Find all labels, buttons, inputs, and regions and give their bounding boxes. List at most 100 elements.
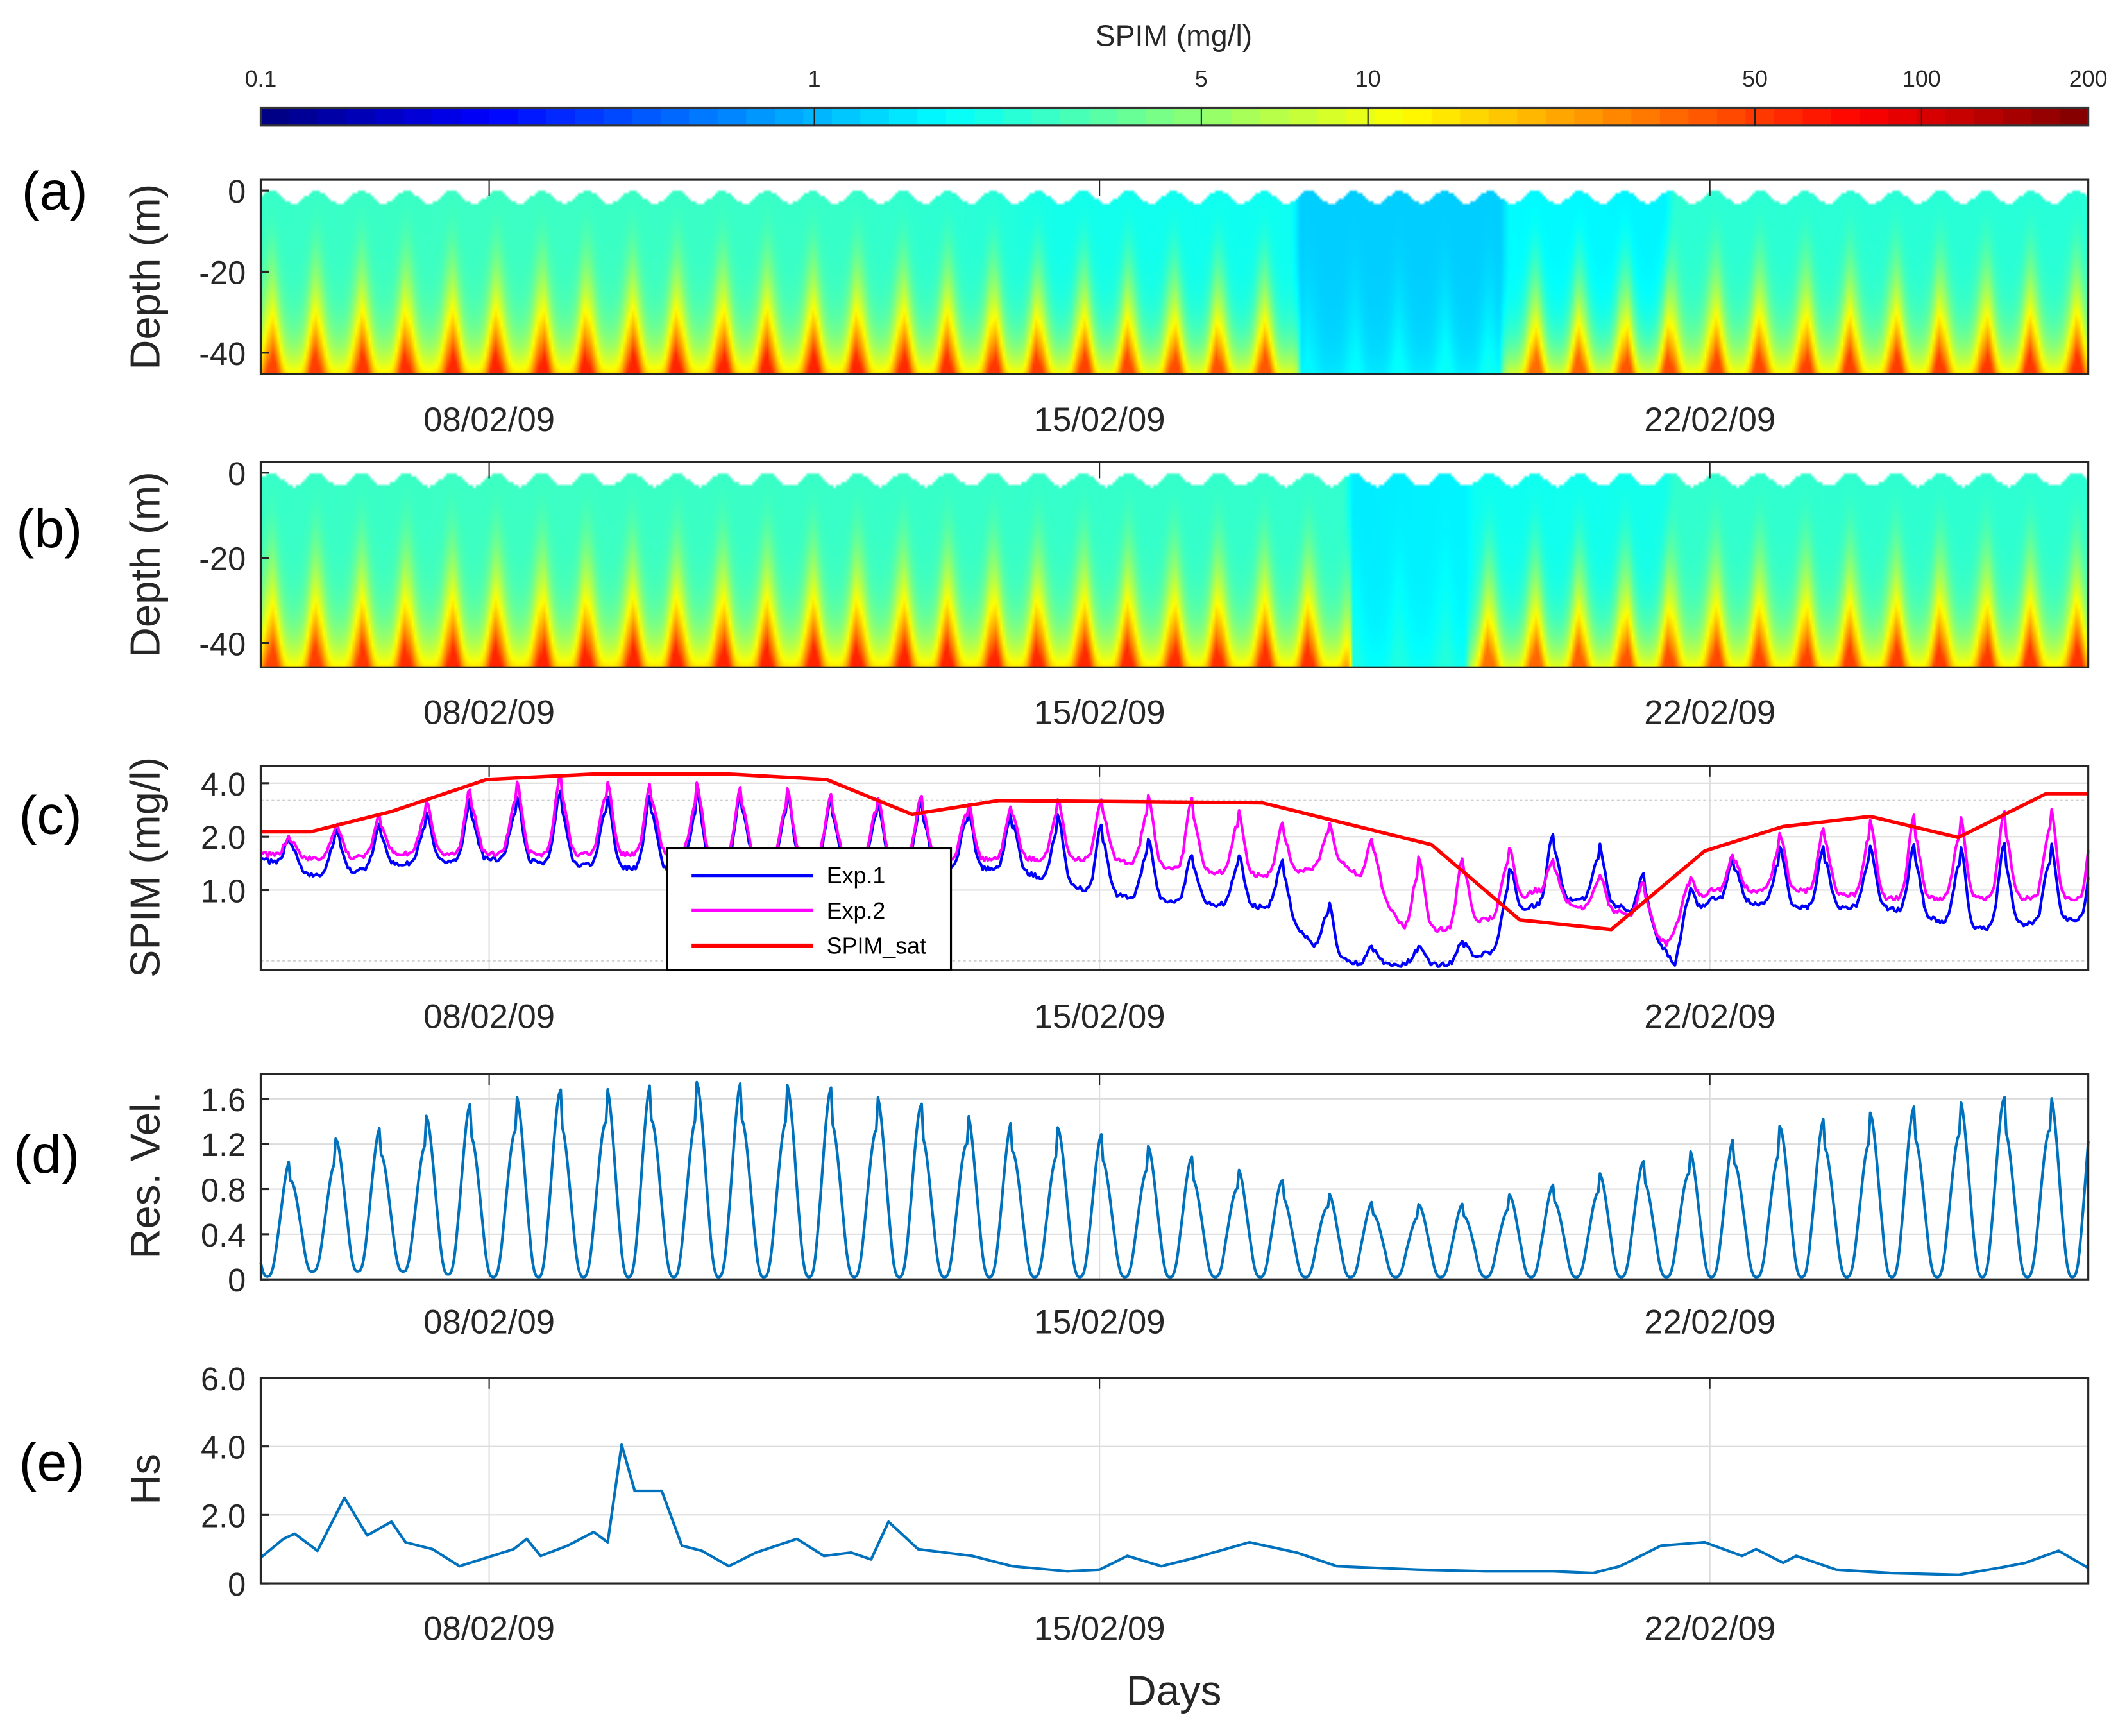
colorbar-segment bbox=[888, 108, 919, 126]
y-tick-label: 2.0 bbox=[201, 819, 246, 856]
y-tick-label: -40 bbox=[199, 625, 246, 662]
colorbar-segment bbox=[403, 108, 433, 126]
colorbar-tick-label: 50 bbox=[1742, 66, 1768, 92]
colorbar-segment bbox=[346, 108, 376, 126]
plot-area bbox=[260, 1377, 2088, 1584]
ylabel-e: Hs bbox=[122, 1454, 169, 1505]
x-tick-label: 08/02/09 bbox=[423, 694, 555, 732]
panel-label-c: (c) bbox=[19, 785, 82, 845]
figure-svg: SPIM (mg/l) 0.1 1 5 10 50 100 200 (a) (b) (c) … bbox=[13, 19, 2108, 1714]
colorbar-segment bbox=[1117, 108, 1147, 126]
colorbar-segment bbox=[917, 108, 947, 126]
colorbar-tick-label: 200 bbox=[2069, 66, 2108, 92]
colorbar-segment bbox=[1974, 108, 2004, 126]
x-tick-label: 15/02/09 bbox=[1034, 401, 1165, 439]
panel-label-b: (b) bbox=[16, 498, 82, 559]
colorbar-segment bbox=[1745, 108, 1775, 126]
x-tick-label: 22/02/09 bbox=[1644, 694, 1775, 732]
colorbar-segment bbox=[831, 108, 861, 126]
legend-label-spim-sat: SPIM_sat bbox=[827, 933, 926, 959]
colorbar-segment bbox=[717, 108, 747, 126]
colorbar-segment bbox=[1688, 108, 1718, 126]
colorbar-segment bbox=[2031, 108, 2061, 126]
colorbar-tick-label: 10 bbox=[1355, 66, 1381, 92]
panel-d: 1.6 1.2 0.8 0.4 0 08/02/09 15/02/09 22/02/09 bbox=[201, 1073, 2090, 1341]
y-tick-label: 0.4 bbox=[201, 1217, 246, 1254]
colorbar-segment bbox=[1346, 108, 1375, 126]
x-tick-label: 15/02/09 bbox=[1034, 1303, 1165, 1341]
colorbar-segment bbox=[1289, 108, 1318, 126]
colorbar-segment bbox=[1031, 108, 1062, 126]
colorbar-segment bbox=[318, 108, 348, 126]
y-tick-label: 2.0 bbox=[201, 1497, 246, 1534]
colorbar-segment bbox=[1460, 108, 1490, 126]
panel-e: 6.0 4.0 2.0 0 08/02/09 15/02/09 22/02/09 bbox=[201, 1361, 2090, 1647]
panel-b: 0 -20 -40 08/02/09 15/02/09 22/02/09 bbox=[199, 455, 2090, 732]
colorbar-segment bbox=[546, 108, 576, 126]
colorbar-segment bbox=[575, 108, 604, 126]
ylabel-d: Res. Vel. bbox=[122, 1091, 169, 1259]
colorbar-segment bbox=[1631, 108, 1661, 126]
colorbar-segment bbox=[1602, 108, 1632, 126]
colorbar-segment bbox=[2060, 108, 2089, 126]
colorbar-segment bbox=[518, 108, 547, 126]
heatmap-b bbox=[260, 462, 2088, 668]
y-tick-label: 0.8 bbox=[201, 1171, 246, 1208]
colorbar-segment bbox=[1146, 108, 1176, 126]
y-tick-label: 4.0 bbox=[201, 1429, 246, 1466]
colorbar-segment bbox=[1860, 108, 1890, 126]
colorbar-segment bbox=[746, 108, 776, 126]
colorbar-segment bbox=[1774, 108, 1804, 126]
colorbar-segment bbox=[1003, 108, 1033, 126]
colorbar-segment bbox=[860, 108, 890, 126]
colorbar-segment bbox=[1060, 108, 1090, 126]
colorbar-segment bbox=[1260, 108, 1290, 126]
colorbar-segment bbox=[803, 108, 833, 126]
colorbar-segment bbox=[974, 108, 1004, 126]
colorbar-segment bbox=[432, 108, 462, 126]
colorbar: SPIM (mg/l) 0.1 1 5 10 50 100 200 bbox=[245, 19, 2108, 127]
legend-label-exp2: Exp.2 bbox=[827, 898, 886, 924]
figure: SPIM (mg/l) 0.1 1 5 10 50 100 200 (a) (b) (c) … bbox=[0, 0, 2118, 1736]
y-tick-label: -40 bbox=[199, 336, 246, 372]
colorbar-segment bbox=[1545, 108, 1575, 126]
y-tick-label: -20 bbox=[199, 541, 246, 577]
y-tick-label: 1.0 bbox=[201, 872, 246, 909]
y-tick-label: -20 bbox=[199, 254, 246, 291]
colorbar-segment bbox=[1403, 108, 1432, 126]
x-tick-label: 08/02/09 bbox=[423, 1610, 555, 1647]
colorbar-segment bbox=[774, 108, 804, 126]
x-tick-label: 22/02/09 bbox=[1644, 1610, 1775, 1647]
y-tick-label: 4.0 bbox=[201, 766, 246, 803]
ylabel-c: SPIM (mg/l) bbox=[122, 757, 169, 978]
x-tick-label: 08/02/09 bbox=[423, 1303, 555, 1341]
y-tick-label: 0 bbox=[228, 455, 246, 492]
y-tick-label: 6.0 bbox=[201, 1361, 246, 1397]
colorbar-tick-label: 100 bbox=[1902, 66, 1941, 92]
y-tick-label: 1.6 bbox=[201, 1082, 246, 1118]
colorbar-segment bbox=[489, 108, 519, 126]
colorbar-segment bbox=[1488, 108, 1518, 126]
panels: 0 -20 -40 08/02/09 15/02/09 22/02/09 0 -20 -40 08… bbox=[199, 173, 2090, 1647]
colorbar-segment bbox=[1945, 108, 1975, 126]
colorbar-segment bbox=[461, 108, 490, 126]
panel-c: 4.0 2.0 1.0 08/02/09 15/02/09 22/02/09 bbox=[201, 765, 2090, 1036]
colorbar-segment bbox=[1888, 108, 1918, 126]
colorbar-segment bbox=[1374, 108, 1404, 126]
y-tick-label: 0 bbox=[228, 173, 246, 210]
panel-label-a: (a) bbox=[22, 160, 88, 221]
colorbar-segment bbox=[945, 108, 976, 126]
panel-a: 0 -20 -40 08/02/09 15/02/09 22/02/09 bbox=[199, 173, 2090, 439]
y-tick-label: 0 bbox=[228, 1262, 246, 1298]
colorbar-tick-label: 5 bbox=[1195, 66, 1208, 92]
x-tick-label: 08/02/09 bbox=[423, 998, 555, 1036]
colorbar-segment bbox=[1431, 108, 1461, 126]
colorbar-segment bbox=[1089, 108, 1119, 126]
ylabel-a: Depth (m) bbox=[122, 184, 169, 370]
colorbar-segment bbox=[1831, 108, 1861, 126]
panel-label-d: (d) bbox=[13, 1124, 80, 1184]
plot-area bbox=[260, 1074, 2088, 1280]
y-tick-label: 0 bbox=[228, 1566, 246, 1603]
colorbar-tick-label: 1 bbox=[808, 66, 821, 92]
colorbar-segment bbox=[1659, 108, 1690, 126]
